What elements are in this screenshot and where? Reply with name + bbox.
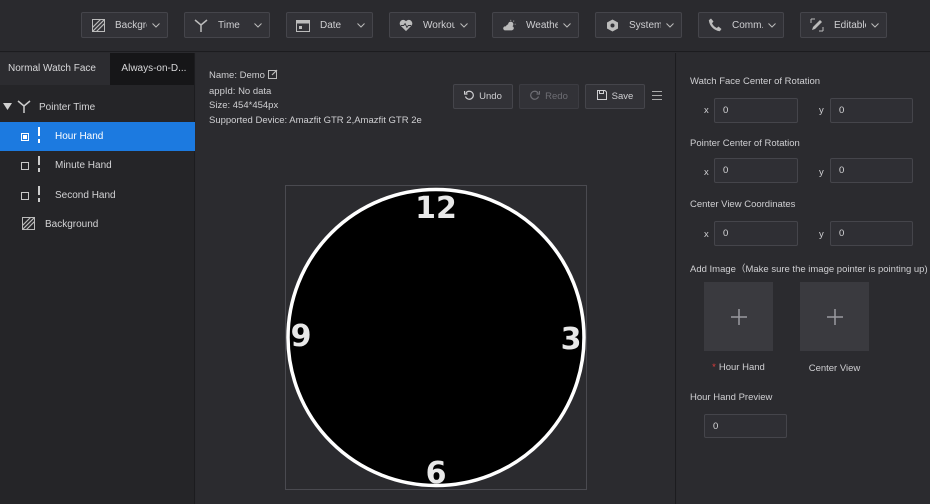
visibility-checkbox[interactable]: [21, 132, 29, 141]
tree-label: Pointer Time: [39, 102, 96, 113]
top-toolbar: Backgro... Time Date Workou...: [0, 0, 930, 52]
center-view-image-label: Center View: [808, 363, 861, 374]
calendar-icon: [296, 18, 310, 32]
dial-number-12: 12: [415, 191, 457, 226]
face-mode-tabs: Normal Watch Face Always-on-D...: [0, 53, 194, 85]
watch-dial: [286, 187, 586, 488]
center-view-x-input[interactable]: 0: [714, 221, 798, 246]
chevron-down-icon: [356, 20, 366, 30]
center-view-y-input[interactable]: 0: [830, 221, 913, 246]
toolbar-communication-button[interactable]: Comm...: [698, 12, 784, 38]
plus-icon: [826, 301, 843, 332]
info-device-row: Supported Device: Amazfit GTR 2,Amazfit …: [209, 114, 422, 126]
chevron-down-icon: [253, 20, 263, 30]
caret-down-icon: [3, 102, 12, 113]
visibility-checkbox[interactable]: [21, 161, 29, 170]
tree-label: Minute Hand: [55, 160, 112, 171]
chevron-down-icon: [562, 20, 572, 30]
properties-panel: Watch Face Center of Rotation x 0 y 0 Po…: [677, 53, 930, 504]
toolbar-workout-button[interactable]: Workou...: [389, 12, 476, 38]
tree-label: Second Hand: [55, 190, 116, 201]
redo-icon: [530, 90, 541, 103]
add-center-view-image-button[interactable]: [800, 282, 869, 351]
tree-item-background[interactable]: Background: [0, 210, 195, 239]
add-hour-hand-image-button[interactable]: [704, 282, 773, 351]
toolbar-weather-button[interactable]: Weather: [492, 12, 579, 38]
dial-number-9: 9: [291, 319, 312, 354]
tree-item-second-hand[interactable]: Second Hand: [0, 181, 195, 210]
tree-label: Hour Hand: [55, 131, 104, 142]
hour-hand-image-label: * Hour Hand: [712, 362, 765, 373]
watch-face-canvas[interactable]: 12 3 6 9: [285, 185, 587, 491]
info-appid-row: appId: No data: [209, 85, 272, 97]
chevron-down-icon: [459, 20, 469, 30]
pointer-icon: [17, 99, 31, 116]
chevron-down-icon: [151, 20, 161, 30]
tree-group-pointer-time[interactable]: Pointer Time: [0, 93, 195, 122]
pointer-icon: [194, 18, 208, 32]
x-label: x: [704, 167, 709, 178]
toolbar-background-button[interactable]: Backgro...: [81, 12, 168, 38]
dial-number-3: 3: [561, 322, 582, 357]
info-name-row: Name: Demo: [209, 69, 422, 85]
section-face-center: Watch Face Center of Rotation: [690, 76, 821, 87]
info-size-row: Size: 454*454px: [209, 100, 279, 111]
chevron-down-icon: [870, 20, 880, 30]
toolbar-system-button[interactable]: System: [595, 12, 682, 38]
save-icon: [596, 90, 607, 103]
toolbar-time-button[interactable]: Time: [184, 12, 270, 38]
phone-icon: [708, 18, 722, 32]
face-name: Demo: [239, 70, 265, 81]
background-icon: [21, 216, 36, 233]
hand-icon: [37, 156, 41, 175]
undo-button[interactable]: Undo: [453, 84, 513, 109]
save-button[interactable]: Save: [585, 84, 645, 109]
heart-icon: [399, 18, 413, 32]
more-menu-icon[interactable]: [652, 91, 662, 100]
dial-number-6: 6: [426, 456, 447, 489]
tab-always-on-display[interactable]: Always-on-D...: [110, 53, 194, 85]
edit-name-icon[interactable]: [267, 69, 278, 85]
undo-icon: [464, 90, 475, 103]
hand-icon: [37, 186, 41, 205]
chevron-down-icon: [767, 20, 777, 30]
section-pointer-center: Pointer Center of Rotation: [690, 138, 800, 149]
y-label: y: [819, 167, 824, 178]
toolbar-editable-button[interactable]: Editable: [800, 12, 887, 38]
pointer-center-y-input[interactable]: 0: [830, 158, 913, 183]
plus-icon: [730, 301, 747, 332]
redo-button[interactable]: Redo: [519, 84, 579, 109]
required-marker: *: [712, 362, 716, 373]
x-label: x: [704, 105, 709, 116]
section-hour-hand-preview: Hour Hand Preview: [690, 392, 773, 403]
hand-icon: [37, 127, 41, 146]
tab-normal-watch-face[interactable]: Normal Watch Face: [0, 53, 111, 85]
tree-item-hour-hand[interactable]: Hour Hand: [0, 122, 195, 151]
y-label: y: [819, 229, 824, 240]
section-center-view: Center View Coordinates: [690, 199, 796, 210]
section-add-image: Add Image（Make sure the image pointer is…: [690, 264, 928, 275]
visibility-checkbox[interactable]: [21, 191, 29, 200]
face-center-y-input[interactable]: 0: [830, 98, 913, 123]
tree-label: Background: [45, 219, 99, 230]
canvas-workspace: Name: Demo appId: No data Size: 454*454p…: [196, 53, 676, 504]
toolbar-date-button[interactable]: Date: [286, 12, 373, 38]
pointer-center-x-input[interactable]: 0: [714, 158, 798, 183]
chevron-down-icon: [665, 20, 675, 30]
watch-face-preview: 12 3 6 9: [286, 187, 586, 491]
layer-panel: Normal Watch Face Always-on-D... Pointer…: [0, 53, 195, 504]
tree-item-minute-hand[interactable]: Minute Hand: [0, 151, 195, 180]
x-label: x: [704, 229, 709, 240]
weather-icon: [502, 18, 516, 32]
system-icon: [605, 18, 619, 32]
face-info: Name: Demo appId: No data Size: 454*454p…: [209, 69, 422, 128]
edit-icon: [810, 18, 824, 32]
background-icon: [91, 18, 105, 32]
hour-hand-preview-input[interactable]: 0: [704, 414, 787, 438]
y-label: y: [819, 105, 824, 116]
face-center-x-input[interactable]: 0: [714, 98, 798, 123]
